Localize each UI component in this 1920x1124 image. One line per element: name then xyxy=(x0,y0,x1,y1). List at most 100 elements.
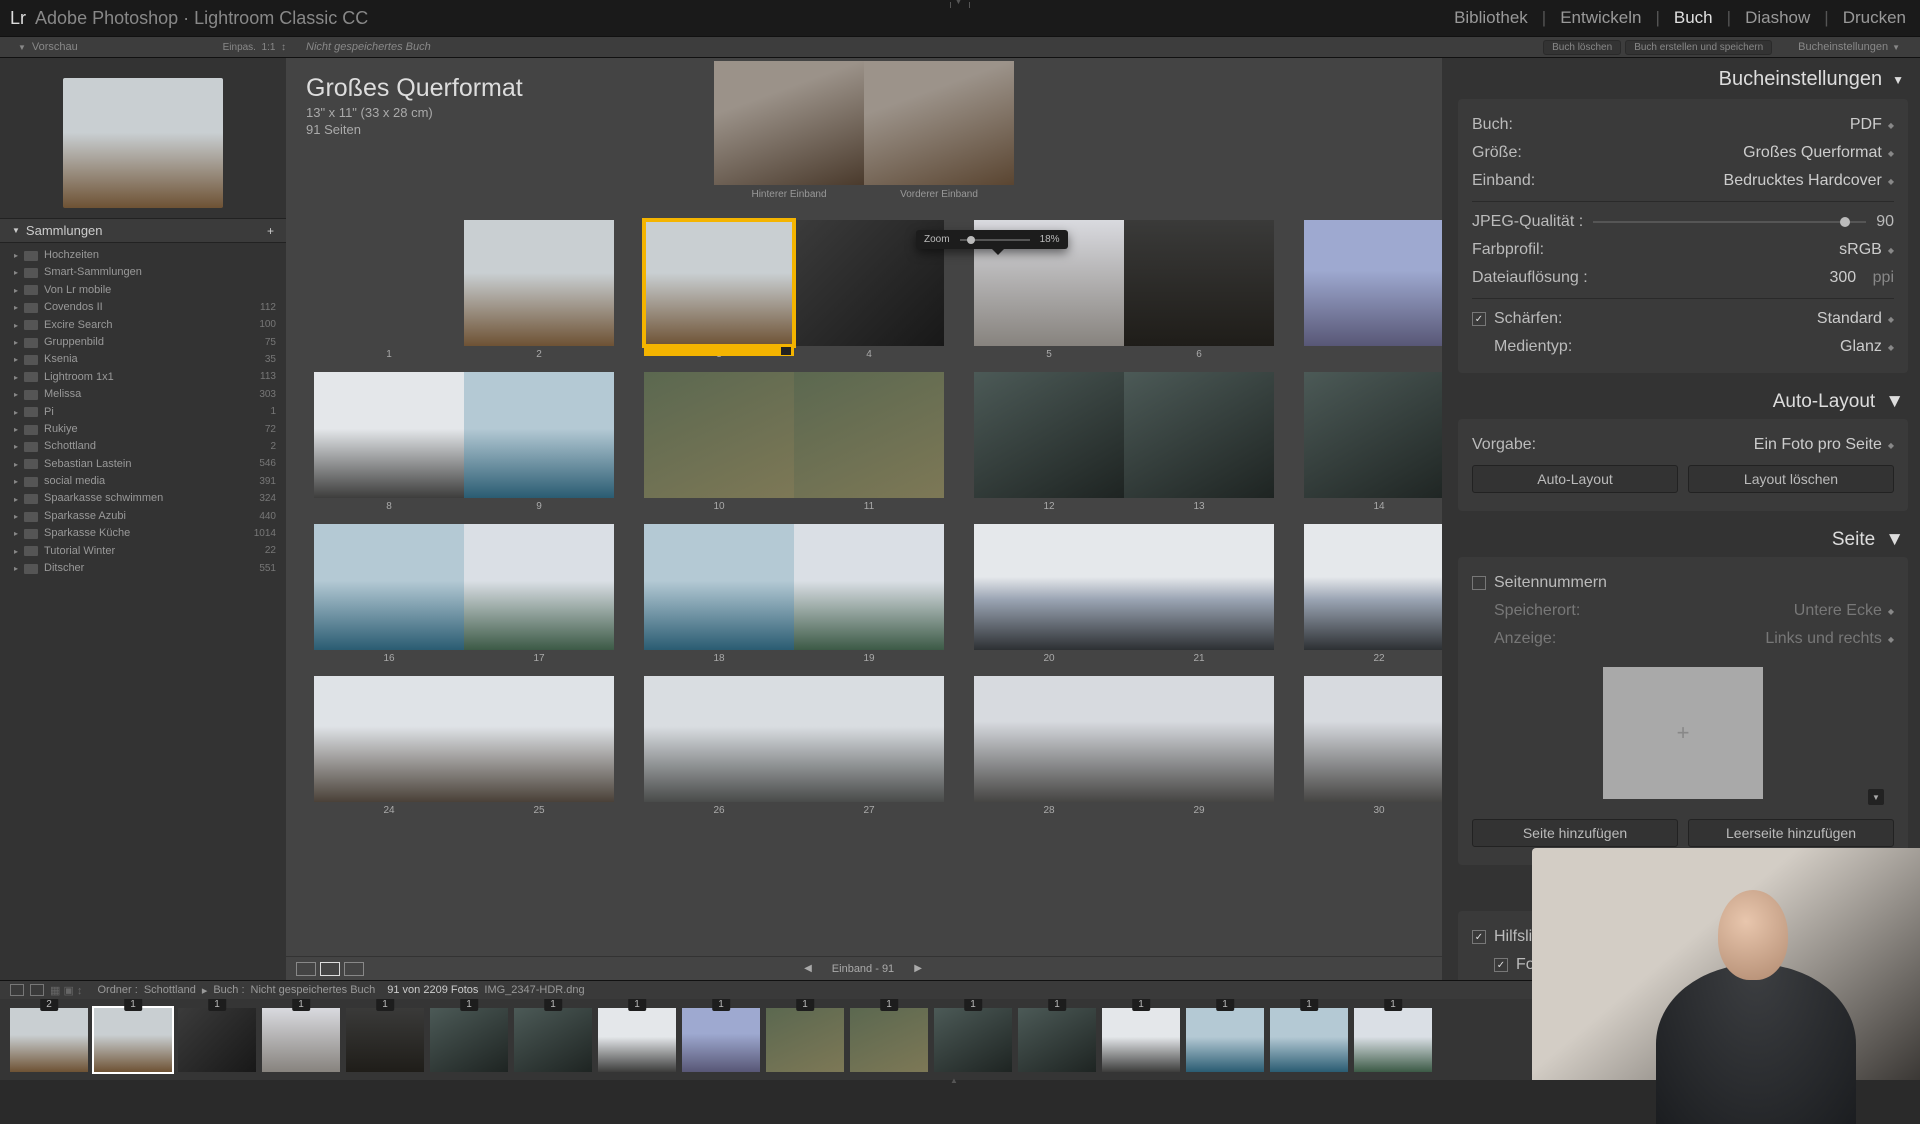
page-spread[interactable]: 12 xyxy=(314,220,614,346)
page-spread[interactable]: 2627 xyxy=(644,676,944,802)
page-spread[interactable]: 1819 xyxy=(644,524,944,650)
book-settings-toggle[interactable]: Bucheinstellungen▼ xyxy=(1798,41,1920,53)
filmstrip-thumb[interactable]: 1 xyxy=(934,1008,1012,1072)
page-spread[interactable]: 2829 xyxy=(974,676,1274,802)
page-spread[interactable]: 22 xyxy=(1304,524,1442,650)
primary-display-icon[interactable] xyxy=(10,984,24,996)
book-setting-row[interactable]: Einband:Bedrucktes Hardcover◆ xyxy=(1472,167,1894,195)
template-picker-icon[interactable]: ▼ xyxy=(1868,789,1884,805)
page-spread[interactable] xyxy=(1304,220,1442,346)
add-collection-icon[interactable]: + xyxy=(267,224,274,238)
filmstrip-thumb[interactable]: 1 xyxy=(94,1008,172,1072)
zoom-slider[interactable] xyxy=(960,239,1030,241)
front-cover-page[interactable] xyxy=(864,61,1014,185)
book-setting-row[interactable]: Buch:PDF◆ xyxy=(1472,111,1894,139)
book-setting-row[interactable]: Größe:Großes Querformat◆ xyxy=(1472,139,1894,167)
collection-item[interactable]: ▸Sebastian Lastein546 xyxy=(14,456,286,473)
module-slideshow[interactable]: Diashow xyxy=(1741,8,1814,28)
module-develop[interactable]: Entwickeln xyxy=(1556,8,1645,28)
filmstrip-thumb[interactable]: 1 xyxy=(514,1008,592,1072)
page-spread[interactable]: 89 xyxy=(314,372,614,498)
collection-item[interactable]: ▸Excire Search100 xyxy=(14,317,286,334)
page-template-well[interactable]: + ▼ xyxy=(1472,653,1894,813)
page-spread[interactable]: 14 xyxy=(1304,372,1442,498)
filmstrip-thumb[interactable]: 1 xyxy=(1354,1008,1432,1072)
page-spread[interactable]: 30 xyxy=(1304,676,1442,802)
page-spread[interactable]: 34 xyxy=(644,220,944,346)
secondary-display-icon[interactable] xyxy=(30,984,44,996)
filmstrip-thumb[interactable]: 1 xyxy=(1018,1008,1096,1072)
filmstrip-thumb[interactable]: 1 xyxy=(850,1008,928,1072)
view-multi-icon[interactable] xyxy=(296,962,316,976)
clear-book-button[interactable]: Buch löschen xyxy=(1543,40,1621,55)
back-cover-page[interactable] xyxy=(714,61,864,185)
collection-item[interactable]: ▸social media391 xyxy=(14,473,286,490)
page-spread[interactable]: 1617 xyxy=(314,524,614,650)
collection-item[interactable]: ▸Melissa303 xyxy=(14,386,286,403)
collection-item[interactable]: ▸Covendos II112 xyxy=(14,299,286,316)
page-panel-header[interactable]: Seite▼ xyxy=(1458,519,1908,557)
collection-item[interactable]: ▸Tutorial Winter22 xyxy=(14,543,286,560)
collection-item[interactable]: ▸Smart-Sammlungen xyxy=(14,264,286,281)
view-spread-icon[interactable] xyxy=(320,962,340,976)
collection-item[interactable]: ▸Ditscher551 xyxy=(14,560,286,577)
collection-item[interactable]: ▸Gruppenbild75 xyxy=(14,334,286,351)
collection-item[interactable]: ▸Lightroom 1x1113 xyxy=(14,369,286,386)
autolayout-preset-row[interactable]: Vorgabe: Ein Foto pro Seite◆ xyxy=(1472,431,1894,459)
filmstrip-thumb[interactable]: 1 xyxy=(766,1008,844,1072)
filmstrip-thumb[interactable]: 2 xyxy=(10,1008,88,1072)
collection-item[interactable]: ▸Sparkasse Küche1014 xyxy=(14,525,286,542)
autolayout-button[interactable]: Auto-Layout xyxy=(1472,465,1678,493)
module-print[interactable]: Drucken xyxy=(1839,8,1910,28)
filmstrip-thumb[interactable]: 1 xyxy=(1102,1008,1180,1072)
page-spread[interactable]: 1213 xyxy=(974,372,1274,498)
view-single-icon[interactable] xyxy=(344,962,364,976)
add-blank-button[interactable]: Leerseite hinzufügen xyxy=(1688,819,1894,847)
filmstrip-book[interactable]: Nicht gespeichertes Buch xyxy=(251,984,376,996)
save-book-button[interactable]: Buch erstellen und speichern xyxy=(1625,40,1772,55)
filmstrip-thumb[interactable]: 1 xyxy=(682,1008,760,1072)
collection-item[interactable]: ▸Sparkasse Azubi440 xyxy=(14,508,286,525)
page-spread[interactable]: 1011 xyxy=(644,372,944,498)
zoom-fit-fill[interactable]: Einpas. 1:1 ↕ xyxy=(223,42,286,53)
guides-checkbox[interactable] xyxy=(1472,930,1486,944)
book-settings-header[interactable]: Bucheinstellungen▼ xyxy=(1458,58,1908,99)
collection-item[interactable]: ▸Pi1 xyxy=(14,404,286,421)
collection-item[interactable]: ▸Spaarkasse schwimmen324 xyxy=(14,490,286,507)
filmstrip-thumb[interactable]: 1 xyxy=(598,1008,676,1072)
page-spread[interactable]: 2021 xyxy=(974,524,1274,650)
sharpen-checkbox[interactable] xyxy=(1472,312,1486,326)
photo-cells-checkbox[interactable] xyxy=(1494,958,1508,972)
collection-item[interactable]: ▸Hochzeiten xyxy=(14,247,286,264)
collection-item[interactable]: ▸Von Lr mobile xyxy=(14,282,286,299)
filmstrip-thumb[interactable]: 1 xyxy=(346,1008,424,1072)
collection-item[interactable]: ▸Ksenia35 xyxy=(14,351,286,368)
filmstrip-thumb[interactable]: 1 xyxy=(262,1008,340,1072)
filmstrip-thumb[interactable]: 1 xyxy=(178,1008,256,1072)
collection-item[interactable]: ▸Rukiye72 xyxy=(14,421,286,438)
next-page-icon[interactable]: ▶ xyxy=(914,963,922,974)
file-resolution-row[interactable]: Dateiauflösung : 300 ppi xyxy=(1472,264,1894,292)
module-library[interactable]: Bibliothek xyxy=(1450,8,1532,28)
clear-layout-button[interactable]: Layout löschen xyxy=(1688,465,1894,493)
left-panel-header[interactable]: Vorschau Einpas. 1:1 ↕ xyxy=(0,41,286,53)
add-page-button[interactable]: Seite hinzufügen xyxy=(1472,819,1678,847)
module-book[interactable]: Buch xyxy=(1670,8,1717,28)
filmstrip-folder[interactable]: Schottland xyxy=(144,984,196,996)
zoom-popover[interactable]: Zoom 18% xyxy=(916,230,1068,249)
panel-toggle-bottom[interactable] xyxy=(950,1070,970,1080)
filmstrip-thumb[interactable]: 1 xyxy=(1270,1008,1348,1072)
filmstrip-thumb[interactable]: 1 xyxy=(430,1008,508,1072)
autolayout-header[interactable]: Auto-Layout▼ xyxy=(1458,381,1908,419)
filmstrip-thumb[interactable]: 1 xyxy=(1186,1008,1264,1072)
page-numbers-checkbox[interactable] xyxy=(1472,576,1486,590)
collections-header[interactable]: Sammlungen + xyxy=(0,218,286,243)
page-spread[interactable]: 2425 xyxy=(314,676,614,802)
media-type-row[interactable]: Medientyp: Glanz◆ xyxy=(1472,333,1894,361)
collection-item[interactable]: ▸Schottland2 xyxy=(14,438,286,455)
prev-page-icon[interactable]: ◀ xyxy=(804,963,812,974)
jpeg-quality-slider[interactable] xyxy=(1593,221,1866,223)
panel-toggle-top[interactable] xyxy=(950,2,970,8)
color-profile-row[interactable]: Farbprofil: sRGB◆ xyxy=(1472,236,1894,264)
page-numbers-row[interactable]: Seitennummern xyxy=(1472,569,1894,597)
